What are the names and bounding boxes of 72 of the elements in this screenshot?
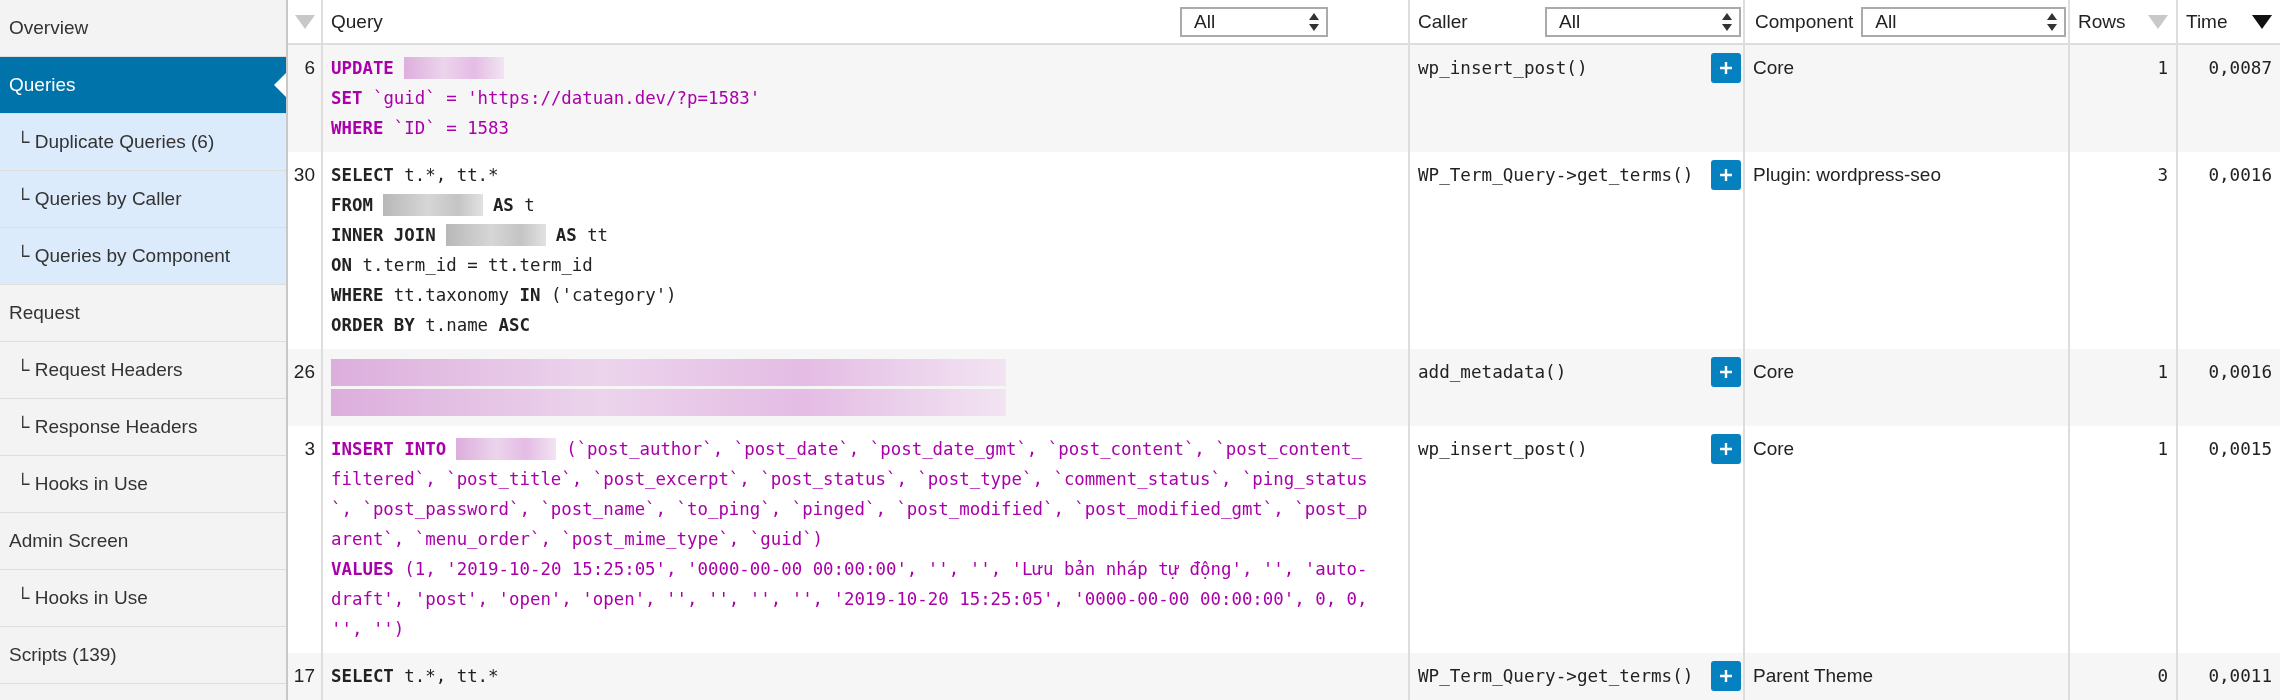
query-line: VALUES (1, '2019-10-20 15:25:05', '0000-00-00 00:00:00', '', '', 'Lưu bản nháp tự động', '', 'auto-	[331, 558, 1368, 581]
sidebar-item[interactable]: Request	[0, 285, 286, 342]
query-line: SELECT t.*, tt.*	[331, 665, 499, 688]
query-text: AS tt	[555, 224, 609, 247]
caller-text: wp_insert_post()	[1418, 438, 1588, 461]
row-number: 26	[288, 349, 323, 426]
query-line: ON t.term_id = tt.term_id	[331, 254, 593, 277]
column-header[interactable]: Query	[331, 10, 383, 33]
query-line: draft', 'post', 'open', 'open', '', '', '', '', '2019-10-20 15:25:05', '0000-00-00 00:00:00', 0, 0,	[331, 588, 1368, 611]
query-text: INSERT INTO	[331, 438, 447, 461]
query-text: FROM	[331, 194, 373, 217]
row-number: 6	[288, 45, 323, 152]
query-text: (`post_author`, `post_date`, `post_date_gmt`, `post_content`, `post_content_	[566, 438, 1362, 461]
time-cell-text: 0,0016	[2207, 164, 2273, 187]
query-text: AS t	[492, 194, 535, 217]
rows-cell: 0	[2070, 653, 2178, 700]
expand-button[interactable]	[1711, 661, 1741, 691]
query-line: WHERE tt.taxonomy IN ('category')	[331, 284, 677, 307]
updown-arrows-icon	[2046, 11, 2058, 32]
sidebar-item[interactable]: Admin Screen	[0, 513, 286, 570]
component-cell: Core	[1745, 349, 2070, 426]
expand-button[interactable]	[1711, 160, 1741, 190]
sidebar-subitem[interactable]: └ Request Headers	[0, 342, 286, 399]
query-line: ORDER BY t.name ASC	[331, 314, 530, 337]
column-header[interactable]: Component	[1755, 10, 1854, 33]
column-header[interactable]: Time	[2186, 10, 2228, 33]
filter-select[interactable]: All	[1861, 6, 2066, 37]
plus-icon	[1719, 669, 1733, 683]
time-cell-text: 0,0015	[2207, 438, 2273, 461]
updown-arrows-icon	[1721, 11, 1733, 32]
sidebar-subitem[interactable]: └ Duplicate Queries (6)	[0, 114, 286, 171]
time-cell-text: 0,0011	[2207, 665, 2273, 688]
column-header[interactable]: Caller	[1418, 10, 1468, 33]
plus-icon	[1719, 168, 1733, 182]
column-header[interactable]: Rows	[2078, 10, 2126, 33]
caller-text: add_metadata()	[1418, 361, 1567, 384]
query-line: filtered`, `post_title`, `post_excerpt`, `post_status`, `post_type`, `comment_status`, `ping_status	[331, 468, 1368, 491]
caller-text: WP_Term_Query->get_terms()	[1418, 164, 1694, 187]
sidebar-subitem[interactable]: └ Response Headers	[0, 399, 286, 456]
expand-button[interactable]	[1711, 357, 1741, 387]
sidebar-subitem[interactable]: └ Queries by Caller	[0, 171, 286, 228]
caller-text: wp_insert_post()	[1418, 57, 1588, 80]
sidebar-item[interactable]: Scripts (139)	[0, 627, 286, 684]
rows-cell: 1	[2070, 349, 2178, 426]
query-line: SELECT t.*, tt.*	[331, 164, 499, 187]
sidebar-subitem[interactable]: └ Queries by Component	[0, 228, 286, 285]
updown-arrows-icon	[1308, 11, 1320, 32]
filter-select[interactable]: All	[1545, 6, 1741, 37]
component-cell: Parent Theme	[1745, 653, 2070, 700]
plus-icon	[1719, 61, 1733, 75]
query-text: INNER JOIN	[331, 224, 436, 247]
caller-text: WP_Term_Query->get_terms()	[1418, 665, 1694, 688]
filter-select[interactable]: All	[1180, 6, 1328, 37]
rows-cell: 1	[2070, 45, 2178, 152]
time-cell-text: 0,0087	[2207, 57, 2273, 80]
plus-icon	[1719, 442, 1733, 456]
query-line: SET `guid` = 'https://datuan.dev/?p=1583'	[331, 87, 761, 110]
query-line: WHERE `ID` = 1583	[331, 117, 509, 140]
sort-arrow-icon[interactable]	[2252, 14, 2272, 29]
sidebar-subitem[interactable]: └ Hooks in Use	[0, 570, 286, 627]
query-line: '', '')	[331, 618, 405, 641]
expand-button[interactable]	[1711, 434, 1741, 464]
sidebar-item[interactable]: Queries	[0, 57, 286, 114]
component-cell: Core	[1745, 45, 2070, 152]
sidebar-subitem[interactable]: └ Hooks in Use	[0, 456, 286, 513]
query-text: UPDATE	[331, 57, 394, 80]
query-line: arent`, `menu_order`, `post_mime_type`, `guid`)	[331, 528, 824, 551]
plus-icon	[1719, 365, 1733, 379]
row-number: 17	[288, 653, 323, 700]
time-cell-text: 0,0016	[2207, 361, 2273, 384]
expand-button[interactable]	[1711, 53, 1741, 83]
query-line: `, `post_password`, `post_name`, `to_ping`, `pinged`, `post_modified`, `post_modified_gmt`, `post_p	[331, 498, 1368, 521]
